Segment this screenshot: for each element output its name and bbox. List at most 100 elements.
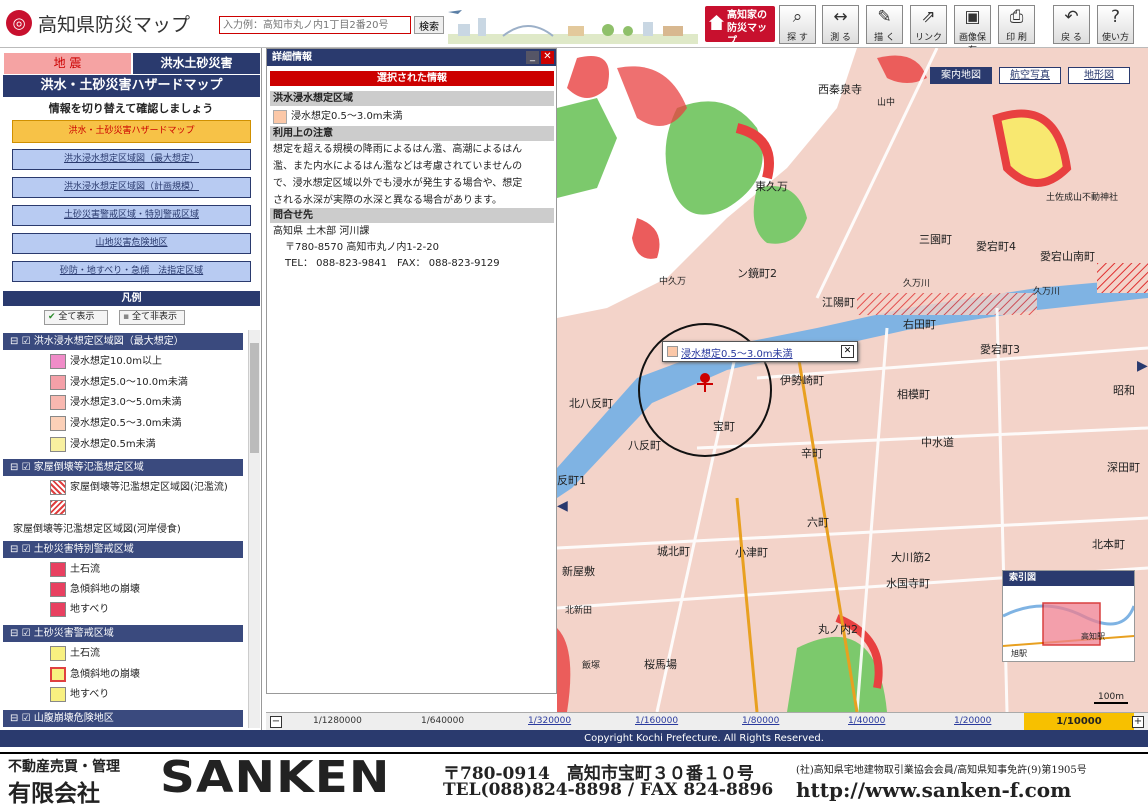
help-tool-button[interactable]: ? 使い方	[1097, 5, 1134, 44]
place-label: 愛宕町3	[980, 343, 1020, 356]
place-label: 伊勢崎町	[780, 374, 824, 387]
index-map-graphics: 高知駅 旭駅	[1002, 586, 1136, 661]
flood-planned-button[interactable]: 洪水浸水想定区域図（計画規模）	[12, 177, 251, 198]
close-button[interactable]: ✕	[541, 51, 554, 64]
legend-item	[50, 498, 70, 517]
ad-company-name: SANKEN	[160, 752, 391, 803]
checkbox-icon[interactable]: ☑	[22, 628, 31, 639]
help-icon: ?	[1110, 7, 1121, 27]
back-tool-button[interactable]: ↶ 戻 る	[1053, 5, 1090, 44]
scale-level[interactable]: 1/80000	[742, 716, 779, 726]
minimize-button[interactable]: _	[526, 51, 539, 64]
place-label: 六町	[807, 516, 829, 529]
legend-item: 浸水想定3.0～5.0m未満	[50, 393, 182, 412]
search-icon: ⌕	[792, 7, 803, 27]
legend-scrollbar[interactable]	[248, 330, 260, 728]
ad-phone: TEL(088)824-8898 / FAX 824-8896	[443, 780, 774, 800]
prefecture-logo: ◎	[6, 10, 32, 36]
zoom-in-button[interactable]: +	[1132, 716, 1144, 728]
checkbox-icon[interactable]: ☑	[22, 462, 31, 473]
usage-note-line: される水深が実際の水深と異なる場合があります。	[273, 195, 502, 206]
landslide-zone-button[interactable]: 土砂災害警戒区域・特別警戒区域	[12, 205, 251, 226]
scale-level[interactable]: 1/640000	[421, 716, 464, 726]
advertisement-banner[interactable]: 不動産売買・管理 有限会社 SANKEN 〒780-0914 高知市宝町３０番１…	[0, 752, 1148, 807]
legend-group-landslide-special[interactable]: ⊟ ☑ 土砂災害特別警戒区域	[3, 541, 243, 558]
basemap-aerial-button[interactable]: 航空写真	[999, 67, 1061, 84]
usage-note-line: で、浸水想定区域以外でも浸水が発生する場合や、想定	[273, 178, 523, 189]
scrollbar-thumb[interactable]	[250, 343, 259, 453]
legend-swatch	[50, 437, 66, 452]
kochi-brand-button[interactable]: 高知家の 防災マップ	[705, 6, 775, 47]
scale-level[interactable]: 1/40000	[848, 716, 885, 726]
place-label: 北本町	[1092, 538, 1125, 551]
legend-item: 地すべり	[50, 600, 109, 619]
usage-note-line: 濫、また内水によるはん濫などは考慮されていませんの	[273, 161, 523, 172]
search-button[interactable]: 検索	[414, 16, 444, 34]
legend-item: 浸水想定10.0m以上	[50, 352, 162, 371]
scale-level-active[interactable]: 1/10000	[1024, 713, 1134, 731]
checkbox-icon[interactable]: ☑	[22, 336, 31, 347]
place-label: 桜馬場	[644, 658, 677, 671]
map-scalebar: 100m	[1094, 692, 1128, 704]
ad-url[interactable]: http://www.sanken-f.com	[796, 778, 1071, 802]
hide-all-button[interactable]: ▪ 全て非表示	[119, 310, 185, 325]
legend-group-slope-failure[interactable]: ⊟ ☑ 山腹崩壊危険地区	[3, 710, 243, 727]
print-icon: ⎙	[1009, 7, 1024, 27]
place-label: 北八反町	[569, 397, 613, 410]
link-tool-button[interactable]: ⇗ リンク	[910, 5, 947, 44]
place-label: 山中	[877, 98, 896, 108]
map-feature-popup[interactable]: 浸水想定0.5～3.0m未満 ✕	[662, 341, 858, 362]
hazard-map-button[interactable]: 洪水・土砂災害ハザードマップ	[12, 120, 251, 143]
legend-swatch	[50, 562, 66, 577]
basemap-topo-button[interactable]: 地形図	[1068, 67, 1130, 84]
erosion-control-button[interactable]: 砂防・地すべり・急傾 法指定区域	[12, 261, 251, 282]
place-label: 深田町	[1107, 461, 1140, 474]
tab-flood-landslide[interactable]: 洪水土砂災害	[133, 53, 260, 74]
draw-tool-button[interactable]: ✎ 描 く	[866, 5, 903, 44]
save-image-tool-button[interactable]: ▣画像保存	[954, 5, 991, 56]
place-label: 愛宕町4	[976, 240, 1016, 253]
place-label: 大川筋2	[891, 551, 931, 564]
place-label: 久万川	[903, 279, 931, 289]
scale-level[interactable]: 1/160000	[635, 716, 678, 726]
link-icon: ⇗	[921, 7, 936, 27]
basemap-guide-button[interactable]: 案内地図	[930, 67, 992, 84]
legend-group-flood-max[interactable]: ⊟ ☑ 洪水浸水想定区域図（最大想定）	[3, 333, 243, 350]
checkbox-icon[interactable]: ☑	[22, 544, 31, 555]
flood-depth-value: 浸水想定0.5～3.0m未満	[273, 108, 403, 125]
popup-close-icon[interactable]: ✕	[841, 345, 854, 358]
place-label: 中久万	[659, 277, 687, 287]
legend-item: 土石流	[50, 644, 100, 663]
scale-level[interactable]: 1/1280000	[313, 716, 362, 726]
legend-swatch	[50, 480, 66, 495]
pan-right-icon[interactable]: ▶	[1137, 358, 1148, 374]
mountain-disaster-button[interactable]: 山地災害危険地区	[12, 233, 251, 254]
depth-swatch	[273, 110, 287, 124]
pan-left-icon[interactable]: ◀	[557, 498, 568, 514]
ad-business: 不動産売買・管理	[8, 759, 120, 775]
place-label: 昭和	[1113, 384, 1135, 397]
index-map[interactable]: 索引図 高知駅 旭駅	[1002, 570, 1136, 662]
usage-note-line: 想定を超える規模の降雨によるはん濫、高潮によるはん	[273, 144, 523, 155]
search-tool-button[interactable]: ⌕ 探 す	[779, 5, 816, 44]
legend-swatch	[50, 354, 66, 369]
flood-max-button[interactable]: 洪水浸水想定区域図（最大想定）	[12, 149, 251, 170]
zoom-out-button[interactable]: −	[270, 716, 282, 728]
index-label: 高知駅	[1081, 631, 1105, 641]
checkbox-icon[interactable]: ☑	[22, 713, 31, 724]
tab-earthquake[interactable]: 地 震	[4, 53, 131, 74]
scale-level[interactable]: 1/20000	[954, 716, 991, 726]
print-tool-button[interactable]: ⎙ 印 刷	[998, 5, 1035, 44]
place-label: 西秦泉寺	[818, 83, 862, 96]
measure-tool-button[interactable]: ↔ 測 る	[822, 5, 859, 44]
house-icon	[709, 15, 724, 30]
place-label: 相模町	[897, 388, 930, 401]
ruler-icon: ↔	[833, 7, 848, 27]
panel-title: 洪水・土砂災害ハザードマップ	[3, 75, 260, 97]
scale-level[interactable]: 1/320000	[528, 716, 571, 726]
address-search-input[interactable]	[219, 16, 411, 34]
place-label: 小津町	[735, 546, 768, 559]
show-all-button[interactable]: ✔ 全て表示	[44, 310, 108, 325]
legend-group-house-collapse[interactable]: ⊟ ☑ 家屋倒壊等氾濫想定区域	[3, 459, 243, 476]
legend-group-landslide-warning[interactable]: ⊟ ☑ 土砂災害警戒区域	[3, 625, 243, 642]
